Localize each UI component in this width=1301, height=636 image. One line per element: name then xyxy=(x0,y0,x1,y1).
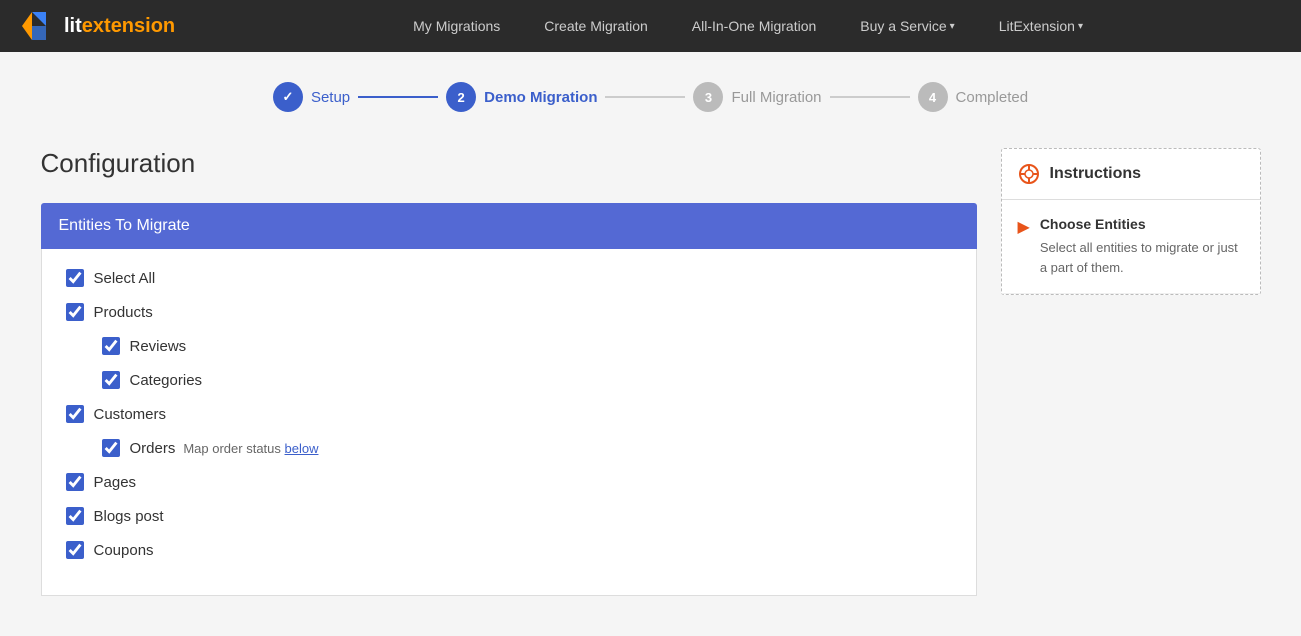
checkbox-reviews[interactable]: Reviews xyxy=(102,337,952,355)
instructions-item-choose-entities: ▶ Choose Entities Select all entities to… xyxy=(1002,200,1260,294)
instructions-header: Instructions xyxy=(1002,149,1260,200)
checkbox-coupons-label: Coupons xyxy=(94,542,154,559)
checkbox-pages-label: Pages xyxy=(94,474,137,491)
checkbox-coupons[interactable]: Coupons xyxy=(66,541,952,559)
checkbox-customers-label: Customers xyxy=(94,406,167,423)
checkbox-pages-input[interactable] xyxy=(66,473,84,491)
brand-name: litextension xyxy=(64,15,175,38)
step-full-circle: 3 xyxy=(693,82,723,112)
page-main: Configuration Entities To Migrate Select… xyxy=(41,148,977,596)
instructions-content: Choose Entities Select all entities to m… xyxy=(1040,216,1244,277)
entities-list: Select All Products Reviews xyxy=(41,249,977,596)
checkbox-select-all-label: Select All xyxy=(94,270,156,287)
nav-menu: My Migrations Create Migration All-In-On… xyxy=(215,0,1281,52)
checkbox-orders-label-wrap[interactable]: Orders xyxy=(102,439,176,457)
instructions-body: ▶ Choose Entities Select all entities to… xyxy=(1002,200,1260,294)
checkbox-customers[interactable]: Customers xyxy=(66,405,952,423)
step-full: 3 Full Migration xyxy=(693,82,821,112)
instructions-content-desc: Select all entities to migrate or just a… xyxy=(1040,238,1244,277)
instructions-icon xyxy=(1018,163,1040,185)
checkbox-products-label: Products xyxy=(94,304,153,321)
checkbox-categories-label: Categories xyxy=(130,372,203,389)
checkbox-categories-input[interactable] xyxy=(102,371,120,389)
orders-note-link[interactable]: below xyxy=(285,441,319,456)
step-connector-1 xyxy=(358,96,438,98)
checkbox-customers-input[interactable] xyxy=(66,405,84,423)
step-demo-label: Demo Migration xyxy=(484,89,597,106)
brand-logo-link[interactable]: litextension xyxy=(20,8,175,44)
checkbox-reviews-input[interactable] xyxy=(102,337,120,355)
step-setup-label: Setup xyxy=(311,89,350,106)
page-title: Configuration xyxy=(41,148,977,179)
stepper: ✓ Setup 2 Demo Migration 3 Full Migratio… xyxy=(41,82,1261,112)
orders-note: Map order status below xyxy=(183,441,318,456)
nav-my-migrations[interactable]: My Migrations xyxy=(391,0,522,52)
step-connector-3 xyxy=(830,96,910,98)
step-completed-circle: 4 xyxy=(918,82,948,112)
checkbox-blogs-post[interactable]: Blogs post xyxy=(66,507,952,525)
brand-logo-icon xyxy=(20,8,56,44)
step-completed: 4 Completed xyxy=(918,82,1029,112)
checkbox-blogs-post-input[interactable] xyxy=(66,507,84,525)
checkbox-products[interactable]: Products xyxy=(66,303,952,321)
instructions-arrow-icon: ▶ xyxy=(1018,217,1030,277)
step-connector-2 xyxy=(605,96,685,98)
nav-litextension[interactable]: LitExtension xyxy=(977,0,1105,52)
instructions-box: Instructions ▶ Choose Entities Select al… xyxy=(1001,148,1261,295)
entities-section: Entities To Migrate Select All Products xyxy=(41,203,977,596)
main-content: ✓ Setup 2 Demo Migration 3 Full Migratio… xyxy=(21,52,1281,636)
nav-create-migration[interactable]: Create Migration xyxy=(522,0,670,52)
checkbox-reviews-label: Reviews xyxy=(130,338,187,355)
page-layout: Configuration Entities To Migrate Select… xyxy=(41,148,1261,596)
nav-all-in-one[interactable]: All-In-One Migration xyxy=(670,0,839,52)
step-setup: ✓ Setup xyxy=(273,82,350,112)
step-setup-circle: ✓ xyxy=(273,82,303,112)
entities-section-header: Entities To Migrate xyxy=(41,203,977,249)
instructions-content-title: Choose Entities xyxy=(1040,216,1244,232)
step-demo-circle: 2 xyxy=(446,82,476,112)
navbar: litextension My Migrations Create Migrat… xyxy=(0,0,1301,52)
checkbox-blogs-post-label: Blogs post xyxy=(94,508,164,525)
step-completed-label: Completed xyxy=(956,89,1029,106)
page-sidebar: Instructions ▶ Choose Entities Select al… xyxy=(1001,148,1261,596)
nav-buy-service[interactable]: Buy a Service xyxy=(838,0,976,52)
checkbox-orders-label: Orders xyxy=(130,440,176,457)
checkbox-orders-input[interactable] xyxy=(102,439,120,457)
checkbox-select-all[interactable]: Select All xyxy=(66,269,952,287)
checkbox-orders-row: Orders Map order status below xyxy=(102,439,952,457)
step-demo: 2 Demo Migration xyxy=(446,82,597,112)
instructions-title: Instructions xyxy=(1050,165,1142,183)
checkbox-categories[interactable]: Categories xyxy=(102,371,952,389)
checkbox-coupons-input[interactable] xyxy=(66,541,84,559)
checkbox-products-input[interactable] xyxy=(66,303,84,321)
step-full-label: Full Migration xyxy=(731,89,821,106)
checkbox-select-all-input[interactable] xyxy=(66,269,84,287)
checkbox-pages[interactable]: Pages xyxy=(66,473,952,491)
